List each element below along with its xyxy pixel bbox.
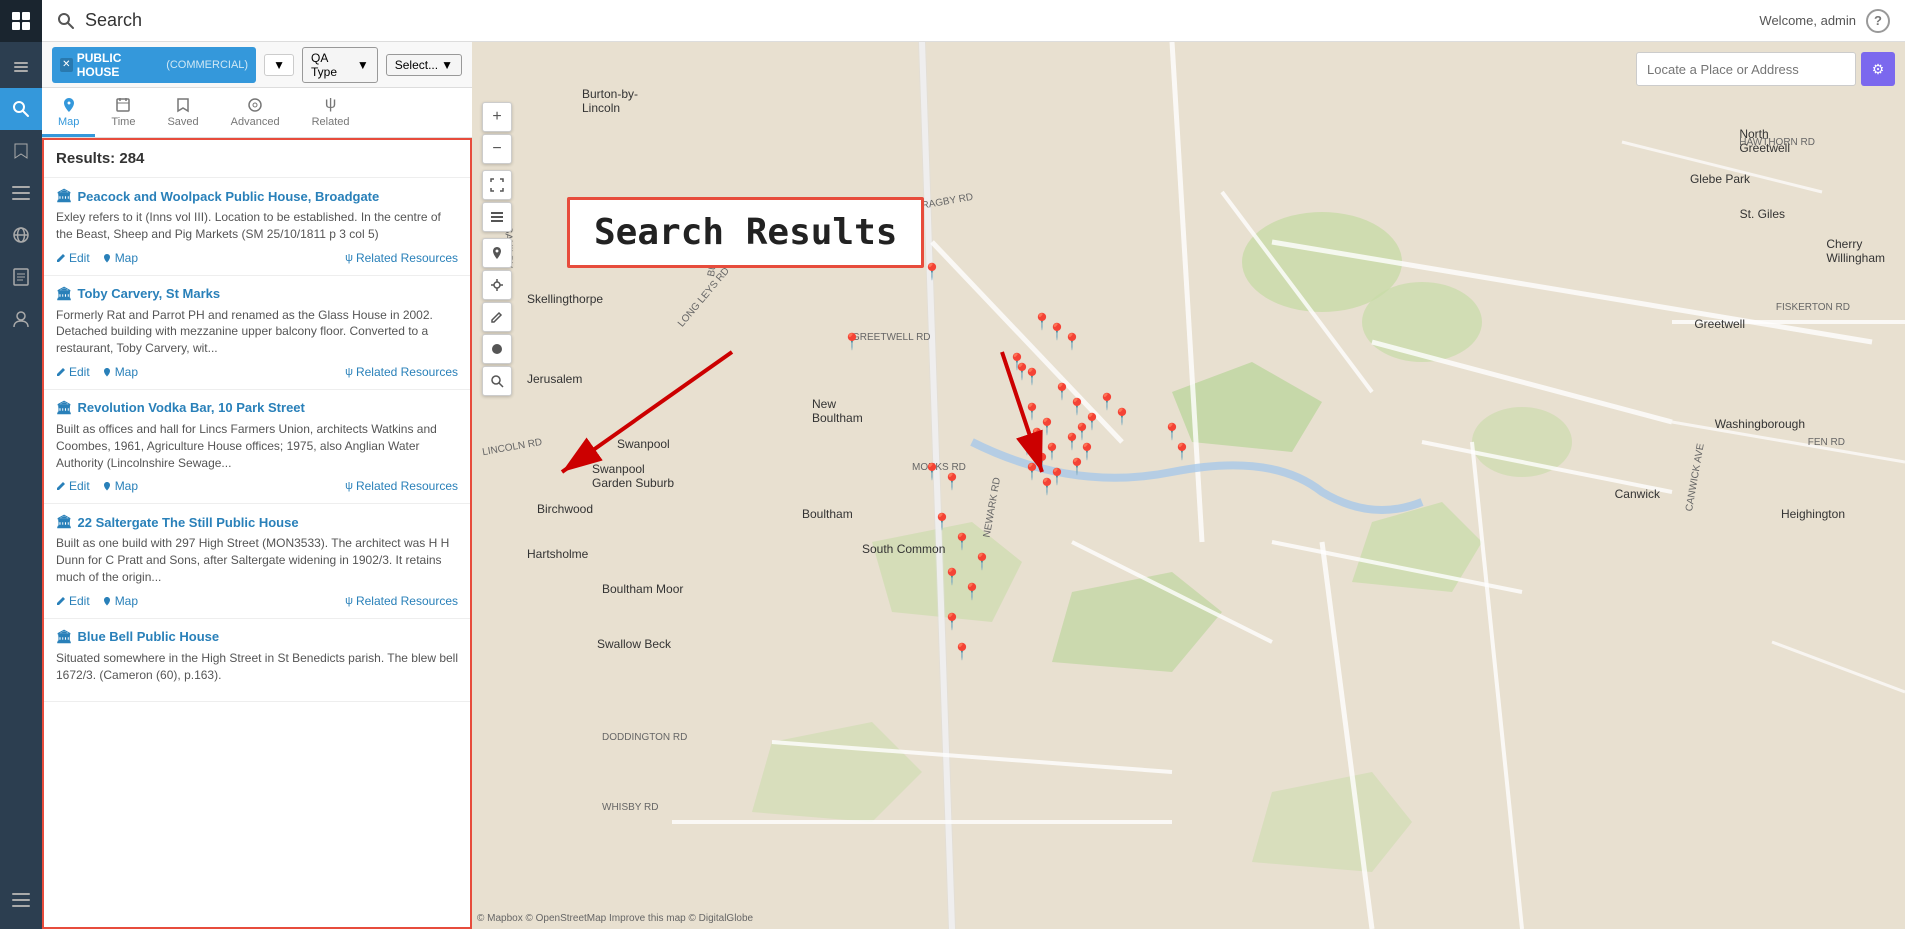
related-tab-label: Related — [312, 116, 350, 128]
tab-related[interactable]: ψ Related — [296, 89, 366, 137]
locate-button[interactable]: ⚙ — [1861, 52, 1895, 86]
welcome-text: Welcome, admin — [1759, 13, 1856, 28]
main-area: Search Welcome, admin ? ✕ PUBLIC HOUSE (… — [42, 0, 1905, 929]
sidebar-logo[interactable] — [0, 0, 42, 42]
result-item-5: 🏛 Blue Bell Public House Situated somewh… — [44, 619, 470, 703]
result-title-5[interactable]: 🏛 Blue Bell Public House — [56, 629, 458, 645]
result-actions-4: Edit Map ψ Related Resources — [56, 594, 458, 608]
sidebar-item-layers[interactable] — [0, 46, 42, 88]
tab-time[interactable]: Time — [95, 91, 151, 137]
result-desc-1: Exley refers to it (Inns vol III). Locat… — [56, 209, 458, 243]
sidebar-item-search[interactable] — [0, 88, 42, 130]
sidebar-item-records[interactable] — [0, 256, 42, 298]
sidebar-item-globe[interactable] — [0, 214, 42, 256]
results-panel[interactable]: Results: 284 🏛 Peacock and Woolpack Publ… — [42, 138, 472, 929]
related-tab-icon: ψ — [325, 95, 336, 113]
result-title-2[interactable]: 🏛 Toby Carvery, St Marks — [56, 286, 458, 302]
circle-button[interactable] — [482, 334, 512, 364]
results-header: Results: 284 — [44, 140, 470, 178]
building-icon-3: 🏛 — [56, 400, 73, 416]
map-attribution: © Mapbox © OpenStreetMap Improve this ma… — [477, 913, 753, 924]
edit-btn-3[interactable]: Edit — [56, 479, 90, 493]
sidebar-item-user[interactable] — [0, 298, 42, 340]
sidebar — [0, 0, 42, 929]
edit-btn-2[interactable]: Edit — [56, 365, 90, 379]
result-desc-4: Built as one build with 297 High Street … — [56, 535, 458, 585]
zoom-in-button[interactable]: + — [482, 102, 512, 132]
map-btn-4[interactable]: Map — [102, 594, 138, 608]
zoom-out-button[interactable]: − — [482, 134, 512, 164]
select-filter[interactable]: Select... ▼ — [386, 54, 462, 76]
top-bar: Search Welcome, admin ? — [42, 0, 1905, 42]
tab-advanced[interactable]: Advanced — [215, 91, 296, 137]
resources-btn-3[interactable]: ψ Related Resources — [345, 479, 458, 493]
content-area: ✕ PUBLIC HOUSE (COMMERCIAL) ▼ QA Type ▼ … — [42, 42, 1905, 929]
result-desc-2: Formerly Rat and Parrot PH and renamed a… — [56, 307, 458, 357]
sidebar-item-list[interactable] — [0, 172, 42, 214]
help-button[interactable]: ? — [1866, 9, 1890, 33]
filter-tag-public-house[interactable]: ✕ PUBLIC HOUSE (COMMERCIAL) — [52, 47, 256, 83]
result-actions-2: Edit Map ψ Related Resources — [56, 365, 458, 379]
map-tab-label: Map — [58, 116, 79, 128]
filter-tag-close[interactable]: ✕ — [60, 58, 73, 72]
map-btn-1[interactable]: Map — [102, 251, 138, 265]
search-results-annotation: Search Results — [567, 197, 924, 268]
result-actions-3: Edit Map ψ Related Resources — [56, 479, 458, 493]
filter-dropdown-arrow[interactable]: ▼ — [264, 54, 294, 76]
search-icon-top — [57, 12, 75, 30]
building-icon-4: 🏛 — [56, 514, 73, 530]
result-item-4: 🏛 22 Saltergate The Still Public House B… — [44, 504, 470, 618]
building-icon-1: 🏛 — [56, 188, 73, 204]
resources-btn-1[interactable]: ψ Related Resources — [345, 251, 458, 265]
building-icon-5: 🏛 — [56, 629, 73, 645]
results-count: Results: 284 — [56, 150, 144, 167]
tab-map[interactable]: Map — [42, 91, 95, 137]
fullscreen-button[interactable] — [482, 170, 512, 200]
qa-type-filter[interactable]: QA Type ▼ — [302, 47, 378, 83]
result-item-3: 🏛 Revolution Vodka Bar, 10 Park Street B… — [44, 390, 470, 504]
result-desc-3: Built as offices and hall for Lincs Farm… — [56, 421, 458, 471]
map-btn-2[interactable]: Map — [102, 365, 138, 379]
map-background — [472, 42, 1905, 929]
result-item-1: 🏛 Peacock and Woolpack Public House, Bro… — [44, 178, 470, 276]
filter-tag-type: (COMMERCIAL) — [163, 59, 248, 71]
draw-button[interactable] — [482, 302, 512, 332]
map-layers-button[interactable] — [482, 202, 512, 232]
locate-input[interactable] — [1636, 52, 1856, 86]
locate-bar: ⚙ — [1636, 52, 1895, 86]
map-controls: + − — [482, 102, 512, 396]
saved-tab-label: Saved — [167, 116, 198, 128]
edit-btn-4[interactable]: Edit — [56, 594, 90, 608]
left-panel: ✕ PUBLIC HOUSE (COMMERCIAL) ▼ QA Type ▼ … — [42, 42, 472, 929]
map-btn-3[interactable]: Map — [102, 479, 138, 493]
time-tab-icon — [115, 97, 131, 113]
result-title-3[interactable]: 🏛 Revolution Vodka Bar, 10 Park Street — [56, 400, 458, 416]
filter-tag-label: PUBLIC HOUSE — [77, 51, 159, 79]
result-item-2: 🏛 Toby Carvery, St Marks Formerly Rat an… — [44, 276, 470, 390]
sidebar-item-bookmarks[interactable] — [0, 130, 42, 172]
advanced-tab-icon — [247, 97, 263, 113]
map-tab-bar: Map Time Saved Advanced ψ Related — [42, 88, 472, 138]
page-title: Search — [85, 10, 1749, 31]
result-actions-1: Edit Map ψ Related Resources — [56, 251, 458, 265]
tab-saved[interactable]: Saved — [151, 91, 214, 137]
map-tab-icon — [61, 97, 77, 113]
zoom-reset-button[interactable] — [482, 366, 512, 396]
edit-btn-1[interactable]: Edit — [56, 251, 90, 265]
pin-button[interactable] — [482, 238, 512, 268]
resources-btn-2[interactable]: ψ Related Resources — [345, 365, 458, 379]
saved-tab-icon — [176, 97, 190, 113]
advanced-tab-label: Advanced — [231, 116, 280, 128]
location-button[interactable] — [482, 270, 512, 300]
result-title-1[interactable]: 🏛 Peacock and Woolpack Public House, Bro… — [56, 188, 458, 204]
search-results-label: Search Results — [567, 197, 924, 268]
filter-bar: ✕ PUBLIC HOUSE (COMMERCIAL) ▼ QA Type ▼ … — [42, 42, 472, 88]
building-icon-2: 🏛 — [56, 286, 73, 302]
result-title-4[interactable]: 🏛 22 Saltergate The Still Public House — [56, 514, 458, 530]
result-desc-5: Situated somewhere in the High Street in… — [56, 650, 458, 684]
map-area[interactable]: + − — [472, 42, 1905, 929]
resources-btn-4[interactable]: ψ Related Resources — [345, 594, 458, 608]
sidebar-item-menu[interactable] — [0, 879, 42, 921]
time-tab-label: Time — [111, 116, 135, 128]
